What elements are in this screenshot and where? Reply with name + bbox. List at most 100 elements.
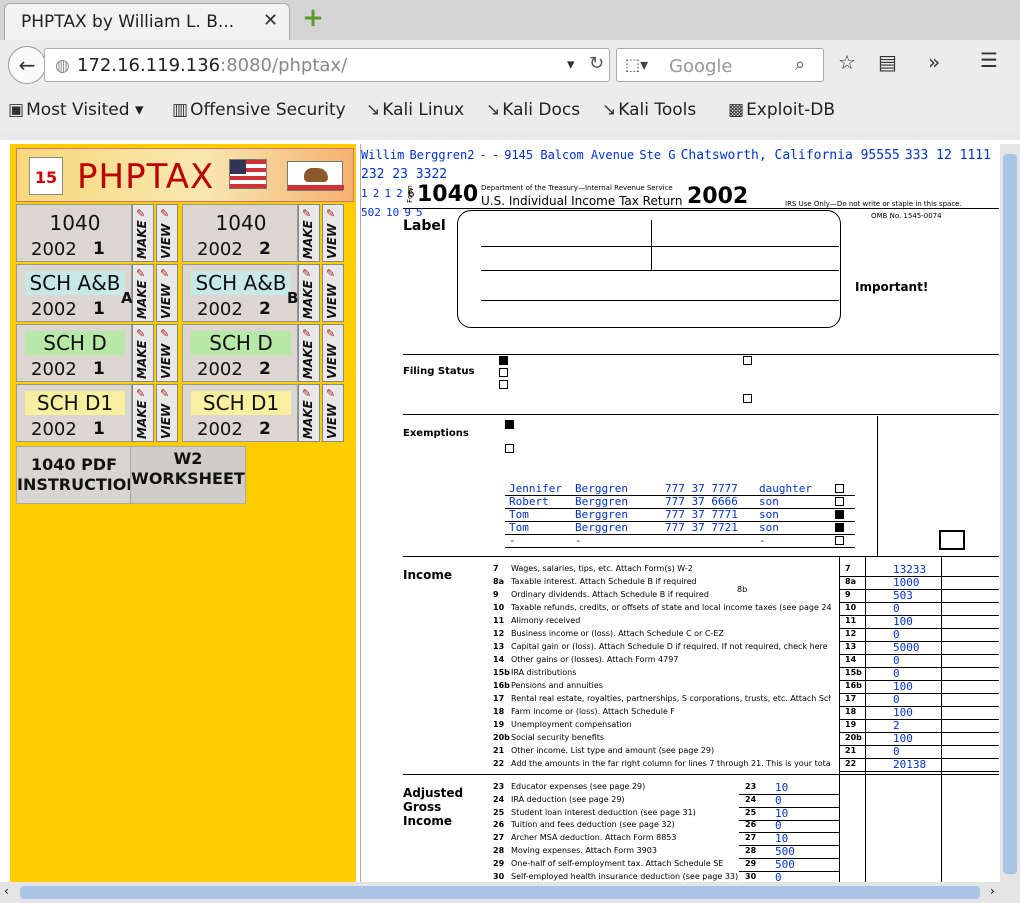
line-15a-value[interactable]: 10	[386, 206, 399, 219]
line-amount[interactable]: 0	[893, 693, 900, 706]
exemption-not-entered[interactable]: 2	[396, 187, 403, 200]
child-credit-checkbox[interactable]	[835, 536, 844, 545]
line-amount[interactable]: 10	[775, 781, 788, 794]
scroll-left-icon[interactable]: ‹	[4, 884, 9, 898]
make-button[interactable]: ✎ MAKE	[298, 384, 320, 442]
bookmark-kali-tools[interactable]: ↘ Kali Tools	[602, 100, 696, 120]
child-credit-checkbox[interactable]	[835, 497, 844, 506]
search-engine-icon[interactable]: ⬚▾	[625, 55, 648, 74]
dependent-ssn[interactable]: 777 37 7771	[665, 508, 738, 521]
dependent-last[interactable]: Berggren	[575, 508, 628, 521]
line-amount[interactable]: 5000	[893, 641, 920, 654]
scroll-thumb[interactable]	[1003, 154, 1017, 874]
w2-worksheet-button[interactable]: W2 WORKSHEET	[130, 446, 246, 504]
spouse-checkbox[interactable]	[505, 444, 514, 453]
view-button[interactable]: ✎ VIEW	[156, 204, 178, 262]
make-button[interactable]: ✎ MAKE	[132, 324, 154, 382]
line-amount[interactable]: 100	[893, 615, 913, 628]
line-amount[interactable]: 2	[893, 719, 900, 732]
last-name-value[interactable]: Berggren2	[409, 148, 474, 162]
line-amount[interactable]: 1000	[893, 576, 920, 589]
line-amount[interactable]: 500	[775, 858, 795, 871]
line-amount[interactable]: 0	[893, 745, 900, 758]
spouse-ssn-value[interactable]: 232 23 3322	[361, 167, 447, 182]
dependent-rel[interactable]: son	[759, 508, 779, 521]
line-amount[interactable]: 13233	[893, 563, 926, 576]
bookmark-most-visited[interactable]: ▣ Most Visited ▾	[8, 100, 143, 120]
reload-icon[interactable]: ↻	[589, 53, 604, 74]
horizontal-scrollbar[interactable]: ‹ ›	[0, 882, 1020, 903]
chevron-down-icon[interactable]: ▾	[567, 55, 575, 73]
search-bar[interactable]: ⬚▾ Google ⌕	[616, 48, 824, 82]
dependent-last[interactable]: Berggren	[575, 495, 628, 508]
bookmark-exploit-db[interactable]: ▩ Exploit-DB	[728, 100, 835, 120]
separate-checkbox[interactable]	[499, 380, 508, 389]
line-amount[interactable]: 0	[893, 628, 900, 641]
back-button[interactable]: ←	[8, 46, 46, 84]
dependent-rel[interactable]: son	[759, 521, 779, 534]
line-amount[interactable]: 0	[775, 794, 782, 807]
child-credit-checkbox[interactable]	[835, 484, 844, 493]
make-button[interactable]: ✎ MAKE	[132, 384, 154, 442]
line-8b-value[interactable]: 502	[361, 206, 381, 219]
make-button[interactable]: ✎ MAKE	[132, 264, 154, 322]
reading-list-icon[interactable]: ▤	[878, 50, 897, 74]
vertical-scrollbar[interactable]	[1000, 144, 1020, 882]
dependent-first[interactable]: Tom	[509, 508, 529, 521]
exemption-6ab[interactable]: 1	[361, 187, 368, 200]
url-bar[interactable]: ◍ 172.16.119.136:8080/phptax/ ▾ ↻	[44, 48, 610, 82]
view-button[interactable]: ✎ VIEW	[322, 324, 344, 382]
address-value[interactable]: 9145 Balcom Avenue	[504, 148, 634, 162]
dependent-rel[interactable]: daughter	[759, 482, 812, 495]
search-input[interactable]: Google	[669, 56, 732, 77]
close-tab-icon[interactable]: ✕	[263, 10, 278, 31]
joint-checkbox[interactable]	[499, 368, 508, 377]
dependent-first[interactable]: Tom	[509, 521, 529, 534]
overflow-chevron-icon[interactable]: »	[928, 50, 940, 74]
make-button[interactable]: ✎ MAKE	[132, 204, 154, 262]
dependent-ssn[interactable]: 777 37 6666	[665, 495, 738, 508]
dependent-ssn[interactable]: 777 37 7721	[665, 521, 738, 534]
line-amount[interactable]: 503	[893, 589, 913, 602]
dependent-last[interactable]: Berggren	[575, 482, 628, 495]
dependent-rel[interactable]: son	[759, 495, 779, 508]
line-amount[interactable]: 10	[775, 832, 788, 845]
head-household-checkbox[interactable]	[743, 356, 752, 365]
line-amount[interactable]: 100	[893, 732, 913, 745]
view-button[interactable]: ✎ VIEW	[156, 264, 178, 322]
line-amount[interactable]: 20138	[893, 758, 926, 771]
make-button[interactable]: ✎ MAKE	[298, 264, 320, 322]
line-amount[interactable]: 0	[893, 654, 900, 667]
view-button[interactable]: ✎ VIEW	[322, 264, 344, 322]
view-button[interactable]: ✎ VIEW	[322, 384, 344, 442]
city-value[interactable]: Chatsworth, California 95555	[681, 148, 900, 163]
first-name-value[interactable]: Willim	[361, 148, 404, 162]
make-button[interactable]: ✎ MAKE	[298, 204, 320, 262]
browser-tab[interactable]: PHPTAX by William L. B... ✕	[4, 3, 290, 40]
spouse-first-value[interactable]: -	[480, 148, 487, 162]
dependent-ssn[interactable]: 777 37 7777	[665, 482, 738, 495]
make-button[interactable]: ✎ MAKE	[298, 324, 320, 382]
scroll-thumb[interactable]	[20, 886, 980, 899]
new-tab-button[interactable]: +	[300, 5, 326, 32]
child-credit-checkbox[interactable]	[835, 523, 844, 532]
view-button[interactable]: ✎ VIEW	[156, 324, 178, 382]
line-amount[interactable]: 0	[775, 871, 782, 882]
line-amount[interactable]: 500	[775, 845, 795, 858]
dependent-first[interactable]: Robert	[509, 495, 549, 508]
menu-icon[interactable]: ☰	[980, 48, 998, 72]
dependent-last[interactable]: -	[575, 534, 582, 547]
bookmark-star-icon[interactable]: ☆	[838, 50, 856, 74]
line-amount[interactable]: 100	[893, 706, 913, 719]
widow-checkbox[interactable]	[743, 394, 752, 403]
exemption-divorce[interactable]: 1	[384, 187, 391, 200]
exemption-lived[interactable]: 2	[373, 187, 380, 200]
yourself-checkbox[interactable]	[505, 420, 514, 429]
child-credit-checkbox[interactable]	[835, 510, 844, 519]
line-amount[interactable]: 100	[893, 680, 913, 693]
bookmark-kali-linux[interactable]: ↘ Kali Linux	[366, 100, 464, 120]
line-amount[interactable]: 10	[775, 807, 788, 820]
line-amount[interactable]: 0	[775, 819, 782, 832]
bookmark-offensive-security[interactable]: ▥ Offensive Security	[172, 100, 346, 120]
search-icon[interactable]: ⌕	[795, 54, 805, 75]
